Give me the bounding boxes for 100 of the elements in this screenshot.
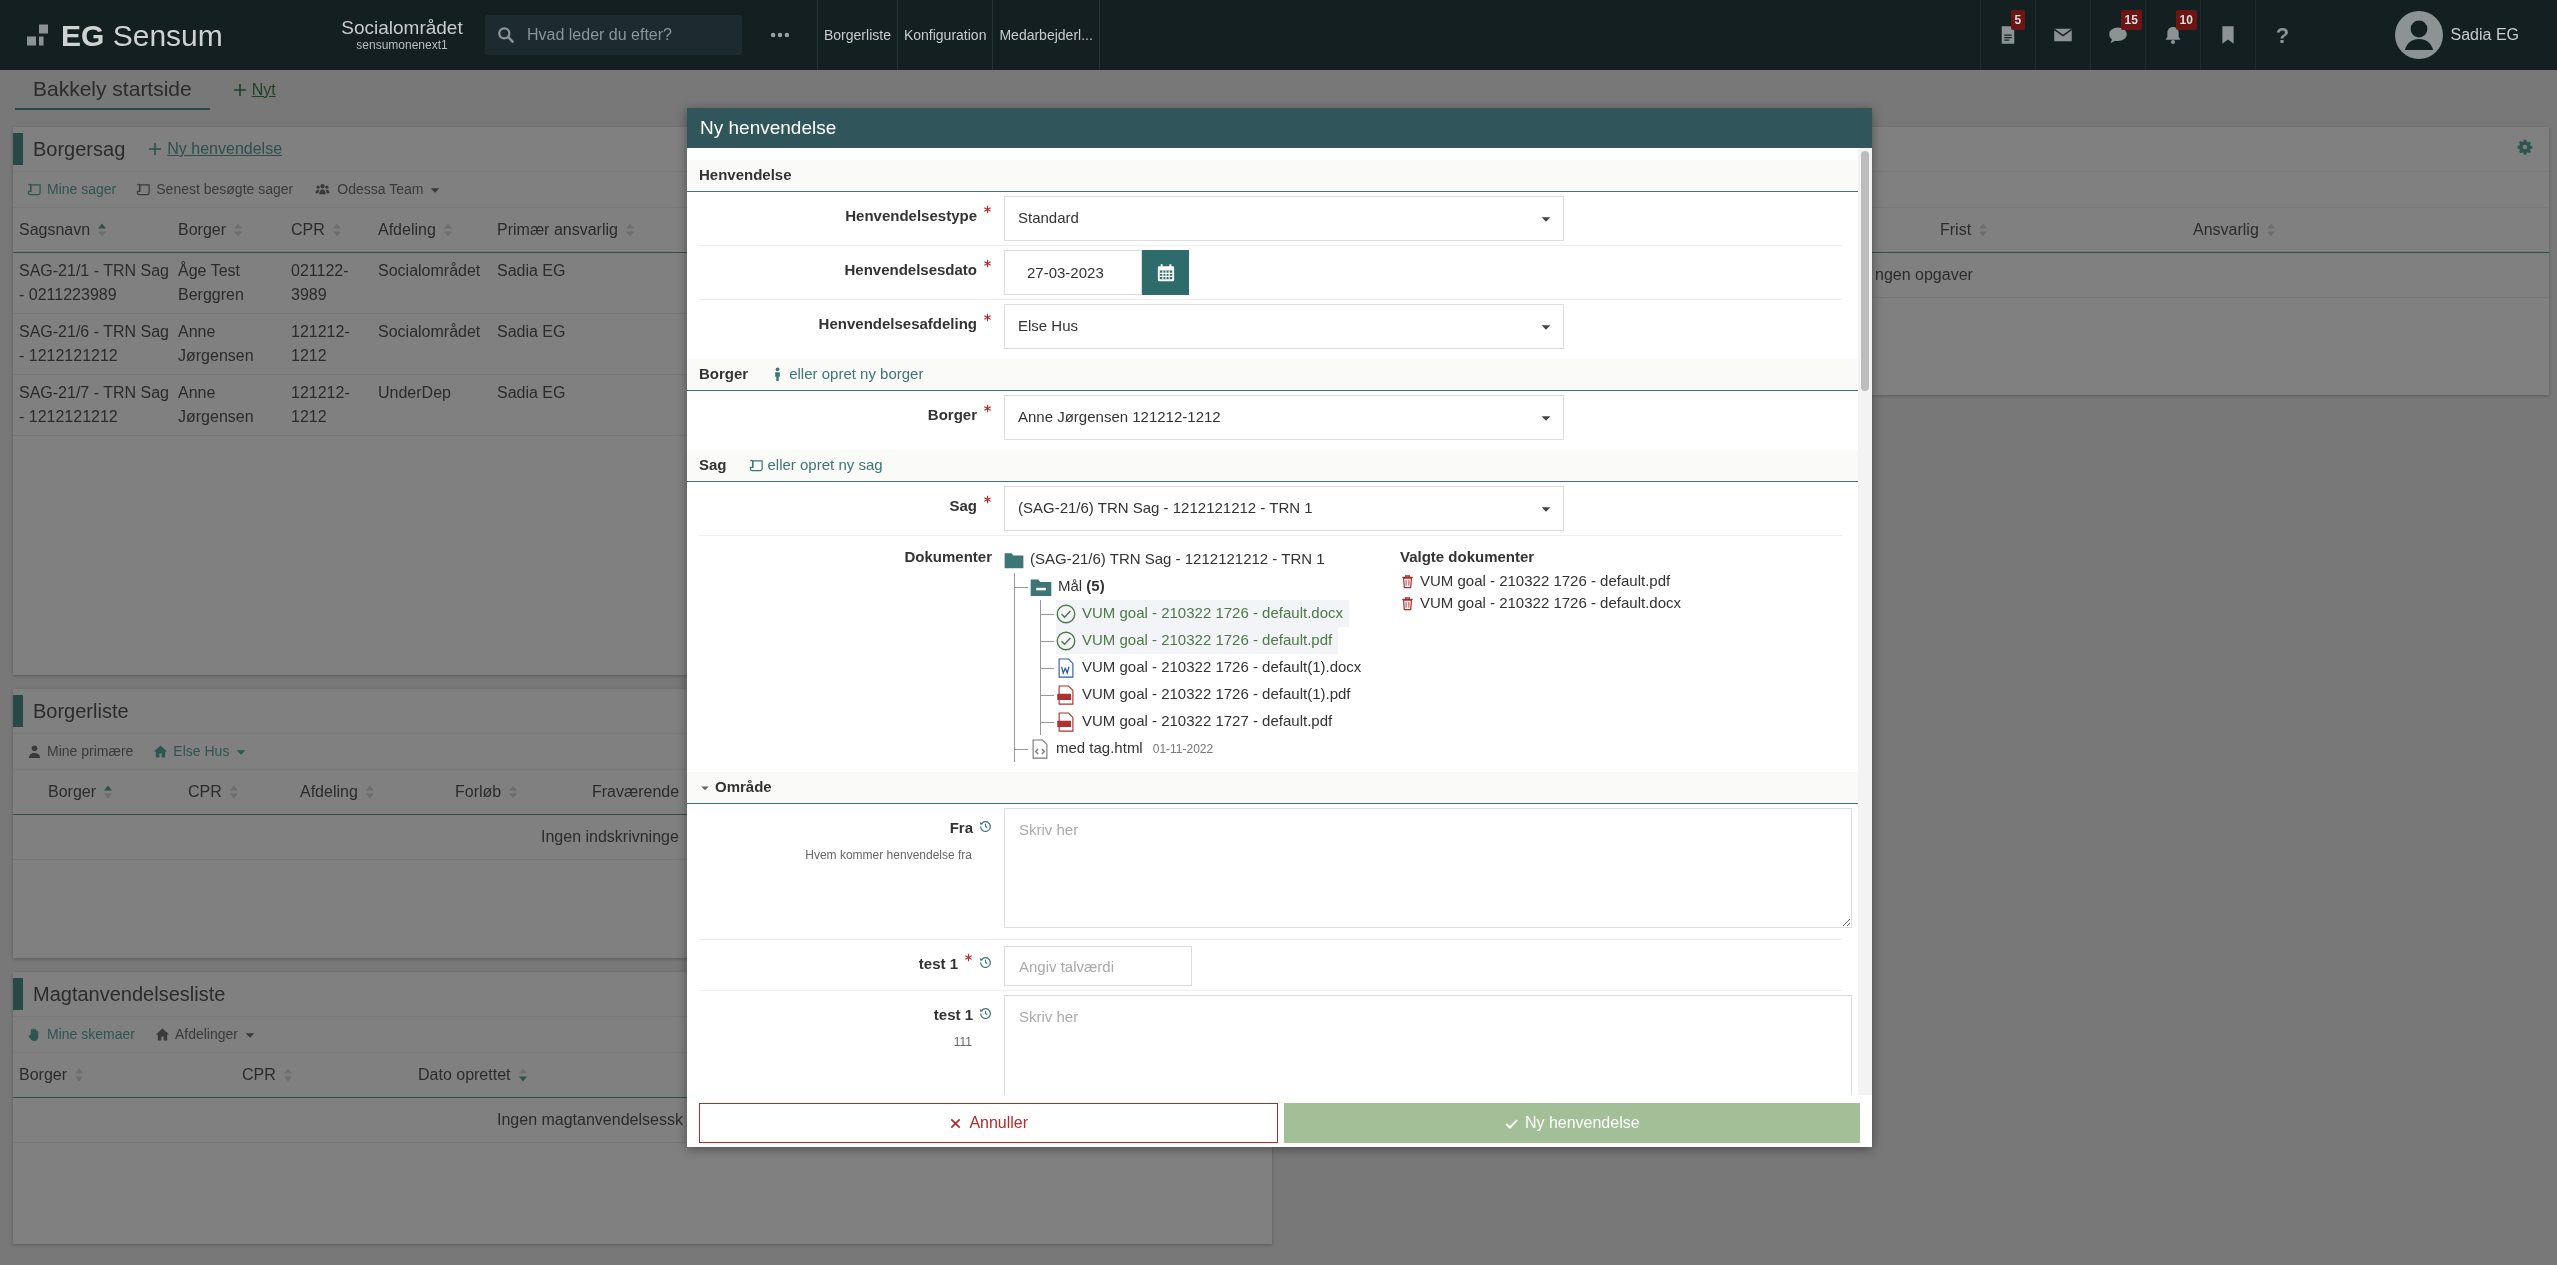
select-field[interactable]: Standard [1004,196,1564,241]
empty-message: Ingen magtanvendelsessk [497,1111,683,1128]
sort-icon[interactable] [97,222,108,238]
column-header[interactable]: Primær ansvarlig [497,218,618,242]
column-header[interactable]: Ansvarlig [2193,218,2259,242]
column-header[interactable]: Fraværende [592,780,680,804]
history-icon[interactable] [979,1007,992,1020]
table-cell-text: Sadia EG [497,322,567,342]
number-field[interactable]: Angiv talværdi [1004,946,1192,986]
scroll-icon [748,458,764,473]
table-cell-text: SAG-21/1 - TRN Sag - 0211223989 [19,261,170,305]
section-title: Borger [699,364,749,385]
column-header[interactable]: Borger [48,780,97,804]
column-header[interactable]: CPR [188,780,222,804]
table-cell-text: 121212-1212 [291,322,351,366]
nav-link[interactable]: Konfiguration [896,0,993,70]
avatar-icon[interactable] [2394,11,2443,59]
table-cell-text: 021122-3989 [291,261,350,305]
new-tab-link[interactable]: Nyt [231,78,276,110]
chat-icon[interactable] [2107,25,2128,45]
filter-button[interactable]: Afdelinger [154,1024,257,1045]
empty-message: Ingen indskrivninge [541,828,679,845]
notification-badge: 15 [2120,10,2142,30]
trash-icon [1400,574,1415,589]
filter-button[interactable]: Senest besøgte sager [136,179,294,200]
table-cell-text: SAG-21/6 - TRN Sag - 1212121212 [19,322,170,366]
tree-item[interactable]: VUM goal - 210322 1726 - default(1).docx [1056,654,1368,681]
settings-icon[interactable] [2517,139,2533,155]
column-header[interactable]: Afdeling [300,780,358,804]
calendar-button[interactable] [1142,250,1189,295]
column-header[interactable]: Frist [1940,218,1972,242]
selected-document[interactable]: VUM goal - 210322 1726 - default.pdf [1400,570,1681,593]
cancel-button[interactable]: Annuller [699,1103,1278,1143]
page-tab[interactable]: Bakkely startside [15,72,210,110]
field-label: Dokumenter [904,547,992,567]
create-link[interactable]: eller opret ny sag [748,454,883,477]
empty-message: ngen opgaver [1875,266,1973,283]
field-label: Sag [949,496,977,516]
filter-button[interactable]: Mine primære [27,741,134,762]
column-header[interactable]: CPR [291,218,325,242]
table-cell-text: Socialområdet [378,261,482,281]
help-icon[interactable]: ? [2275,18,2290,52]
sort-icon[interactable] [517,1067,528,1083]
search-box[interactable]: Hvad leder du efter? [485,15,742,55]
tree-item[interactable]: Mål (5) [1030,573,1111,600]
tree-item[interactable]: VUM goal - 210322 1727 - default.pdf [1056,708,1339,735]
select-field[interactable]: Anne Jørgensen 121212-1212 [1004,395,1564,440]
scrollbar-thumb[interactable] [1861,151,1869,391]
sort-icon[interactable] [103,784,114,800]
notification-badge: 5 [2010,10,2026,30]
plus-icon [231,82,248,98]
tree-item[interactable]: med tag.html 01-11-2022 [1030,735,1220,762]
tree-item[interactable]: VUM goal - 210322 1726 - default.docx [1056,600,1349,627]
home-icon [153,744,169,759]
word-file-icon [1056,657,1076,678]
filter-button[interactable]: Odessa Team [313,179,443,200]
tree-item[interactable]: VUM goal - 210322 1726 - default.pdf [1056,627,1339,654]
nav-link[interactable]: Medarbejderl... [992,0,1100,70]
check-icon [1056,603,1076,624]
section-title: Sag [699,455,727,476]
column-header[interactable]: Dato oprettet [418,1063,511,1087]
table-cell-text: Socialområdet [378,322,482,342]
create-link[interactable]: eller opret ny borger [770,363,924,386]
accent-bar [13,133,23,165]
select-field[interactable]: (SAG-21/6) TRN Sag - 1212121212 - TRN 1 [1004,486,1564,531]
tree-item[interactable]: VUM goal - 210322 1726 - default(1).pdf [1056,681,1357,708]
plus-icon [147,141,164,157]
table-cell-text: Sadia EG [497,383,567,403]
notification-badge: 10 [2175,10,2197,30]
column-header[interactable]: Afdeling [378,218,436,242]
tree-item[interactable]: (SAG-21/6) TRN Sag - 1212121212 - TRN 1 [1004,546,1331,573]
dialog-title: Ny henvendelse [687,108,1872,148]
date-field[interactable]: 27-03-2023 [1004,250,1142,295]
context-subtitle: sensumonenext1 [355,39,449,53]
column-header[interactable]: Sagsnavn [19,218,91,242]
selected-documents-title: Valgte dokumenter [1400,547,1536,567]
accent-bar [13,978,23,1010]
text-area[interactable]: Skriv her [1004,808,1852,928]
column-header[interactable]: Borger [178,218,227,242]
select-field[interactable]: Else Hus [1004,304,1564,349]
app-logo[interactable]: EG Sensum [61,12,223,58]
column-header[interactable]: Borger [19,1063,68,1087]
table-cell-text: SAG-21/7 - TRN Sag - 1212121212 [19,383,170,427]
field-label: Borger [927,405,977,425]
column-header[interactable]: CPR [242,1063,276,1087]
context-title[interactable]: Socialområdet [327,17,477,39]
history-icon[interactable] [979,820,992,833]
selected-document[interactable]: VUM goal - 210322 1726 - default.docx [1400,592,1681,615]
user-name[interactable]: Sadia EG [2450,23,2519,47]
search-field[interactable]: Hvad leder du efter? [525,22,725,48]
section-title: Henvendelse [699,165,792,186]
logo-icon [27,23,51,47]
person-icon [27,744,42,759]
field-label: test 1 [933,1005,973,1025]
column-header[interactable]: Forløb [455,780,502,804]
history-icon[interactable] [979,956,992,969]
section-toggle[interactable]: Område [699,776,772,799]
nav-link[interactable]: Borgerliste [817,0,897,70]
text-area[interactable]: Skriv her [1004,995,1852,1095]
table-cell-text: UnderDep [378,383,452,403]
